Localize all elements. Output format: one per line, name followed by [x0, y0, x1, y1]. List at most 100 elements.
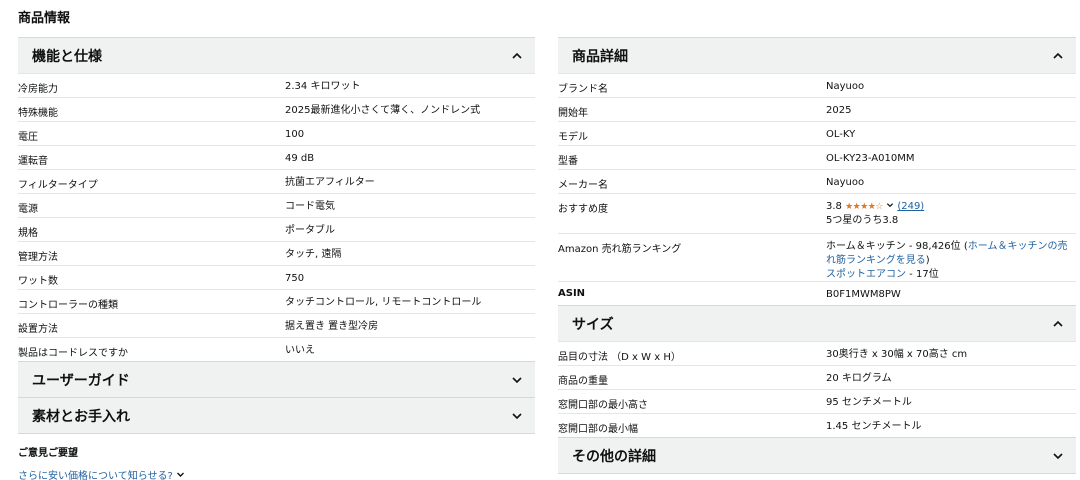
spec-value: 2.34 キロワット [285, 81, 361, 92]
rating-summary: 5つ星のうち3.8 [826, 215, 899, 226]
size-key: 窓開口部の最小幅 [558, 424, 638, 435]
page-title: 商品情報 [18, 11, 71, 26]
ranking-value: ホーム＆キッチン - 98,426位 (ホーム＆キッチンの売れ筋ランキングを見る… [826, 234, 1076, 281]
spec-key: ワット数 [18, 276, 58, 287]
chevron-down-icon [176, 472, 184, 477]
size-row: 窓開口部の最小高さ 95 センチメートル [558, 389, 1076, 413]
ranking-line1-suffix: ) [925, 255, 930, 266]
spec-row: 規格 ポータブル [18, 217, 535, 241]
spec-row: 運転音 49 dB [18, 145, 535, 169]
section-title: 商品詳細 [572, 48, 628, 65]
chevron-down-icon [512, 376, 522, 383]
size-value: 1.45 センチメートル [826, 421, 922, 432]
rating-value: 3.8 ★★★★☆ (249) 5つ星のうち3.8 [826, 194, 1076, 233]
detail-key: おすすめ度 [558, 204, 608, 215]
spec-key: 電圧 [18, 132, 38, 143]
detail-value: OL-KY23-A010MM [826, 153, 915, 164]
spec-row: 設置方法 据え置き 置き型冷房 [18, 313, 535, 337]
spec-value: 抗菌エアフィルター [285, 177, 375, 188]
size-value: 95 センチメートル [826, 397, 912, 408]
other-details-section-header[interactable]: その他の詳細 [558, 437, 1076, 473]
care-section-header[interactable]: 素材とお手入れ [18, 397, 535, 433]
features-section-header[interactable]: 機能と仕様 [18, 37, 535, 73]
size-value: 30奥行き x 30幅 x 70高さ cm [826, 349, 968, 360]
right-column: 商品詳細 ブランド名 Nayuoo 開始年 2025 モデル OL-KY 型番 OL-K… [558, 37, 1076, 474]
spec-row: コントローラーの種類 タッチコントロール, リモートコントロール [18, 289, 535, 313]
spec-key: 電源 [18, 204, 38, 215]
size-value: 20 キログラム [826, 373, 892, 384]
size-key: 品目の寸法 （D x W x H） [558, 352, 681, 363]
size-row: 品目の寸法 （D x W x H） 30奥行き x 30幅 x 70高さ cm [558, 341, 1076, 365]
detail-row-asin: ASIN B0F1MWM8PW [558, 281, 1076, 305]
detail-row-year: 開始年 2025 [558, 97, 1076, 121]
chevron-down-icon [1053, 452, 1063, 459]
chevron-up-icon [1053, 52, 1063, 59]
spec-value: ポータブル [285, 225, 335, 236]
chevron-up-icon [512, 52, 522, 59]
spec-key: 管理方法 [18, 252, 58, 263]
section-title: サイズ [572, 316, 614, 333]
chevron-up-icon [1053, 320, 1063, 327]
left-column: 機能と仕様 冷房能力 2.34 キロワット 特殊機能 2025最新進化小さくて薄く、… [18, 37, 535, 480]
user-guide-section-header[interactable]: ユーザーガイド [18, 361, 535, 397]
spec-key: 設置方法 [18, 324, 58, 335]
detail-key: ブランド名 [558, 84, 608, 95]
detail-key: モデル [558, 132, 588, 143]
spec-key: 冷房能力 [18, 84, 58, 95]
spec-key: フィルタータイプ [18, 180, 98, 191]
detail-key: ASIN [558, 288, 586, 299]
spec-key: 製品はコードレスですか [18, 348, 128, 359]
detail-value: OL-KY [826, 129, 856, 140]
spec-value: 49 dB [285, 153, 315, 164]
spec-value: 750 [285, 273, 305, 284]
chevron-down-icon[interactable] [886, 201, 894, 209]
ranking-line2-suffix: - 17位 [906, 269, 939, 280]
spec-row: ワット数 750 [18, 265, 535, 289]
spec-value: 据え置き 置き型冷房 [285, 321, 379, 332]
feedback-title: ご意見ご要望 [18, 448, 78, 459]
spec-key: 規格 [18, 228, 38, 239]
detail-value: B0F1MWM8PW [826, 289, 901, 300]
detail-row-ranking: Amazon 売れ筋ランキング ホーム＆キッチン - 98,426位 (ホーム＆… [558, 233, 1076, 281]
size-key: 商品の重量 [558, 376, 608, 387]
spec-row: 電源 コード電気 [18, 193, 535, 217]
size-row: 窓開口部の最小幅 1.45 センチメートル [558, 413, 1076, 437]
detail-value: 2025 [826, 105, 852, 116]
spec-key: 運転音 [18, 156, 48, 167]
cheaper-price-link-text: さらに安い価格について知らせる? [18, 471, 173, 480]
detail-key: メーカー名 [558, 180, 608, 191]
spec-row: フィルタータイプ 抗菌エアフィルター [18, 169, 535, 193]
detail-row-rating: おすすめ度 3.8 ★★★★☆ (249) 5つ星のうち3.8 [558, 193, 1076, 233]
spec-row: 製品はコードレスですか いいえ [18, 337, 535, 361]
review-count-link[interactable]: (249) [897, 201, 924, 212]
spec-value: いいえ [285, 345, 315, 356]
size-row: 商品の重量 20 キログラム [558, 365, 1076, 389]
size-section-header[interactable]: サイズ [558, 305, 1076, 341]
spec-value: タッチコントロール, リモートコントロール [285, 297, 482, 308]
spec-row: 管理方法 タッチ, 遠隔 [18, 241, 535, 265]
detail-row-model-number: 型番 OL-KY23-A010MM [558, 145, 1076, 169]
star-rating-icon: ★★★★☆ [845, 202, 883, 212]
detail-key: 開始年 [558, 108, 588, 119]
section-title: ユーザーガイド [32, 372, 130, 389]
chevron-down-icon [512, 412, 522, 419]
detail-row-maker: メーカー名 Nayuoo [558, 169, 1076, 193]
spec-key: 特殊機能 [18, 108, 58, 119]
category-link[interactable]: スポットエアコン [826, 269, 906, 280]
spec-row: 電圧 100 [18, 121, 535, 145]
cheaper-price-link[interactable]: さらに安い価格について知らせる? [18, 467, 535, 480]
detail-value: Nayuoo [826, 81, 865, 92]
spec-value: 2025最新進化小さくて薄く、ノンドレン式 [285, 105, 481, 116]
spec-row: 特殊機能 2025最新進化小さくて薄く、ノンドレン式 [18, 97, 535, 121]
details-section-header[interactable]: 商品詳細 [558, 37, 1076, 73]
section-title: 機能と仕様 [32, 48, 102, 65]
spec-value: 100 [285, 129, 305, 140]
section-title: その他の詳細 [572, 448, 656, 465]
detail-value: Nayuoo [826, 177, 865, 188]
detail-row-brand: ブランド名 Nayuoo [558, 73, 1076, 97]
spec-key: コントローラーの種類 [18, 300, 118, 311]
spec-value: コード電気 [285, 201, 335, 212]
section-title: 素材とお手入れ [32, 408, 130, 425]
detail-row-model: モデル OL-KY [558, 121, 1076, 145]
spec-row: 冷房能力 2.34 キロワット [18, 73, 535, 97]
